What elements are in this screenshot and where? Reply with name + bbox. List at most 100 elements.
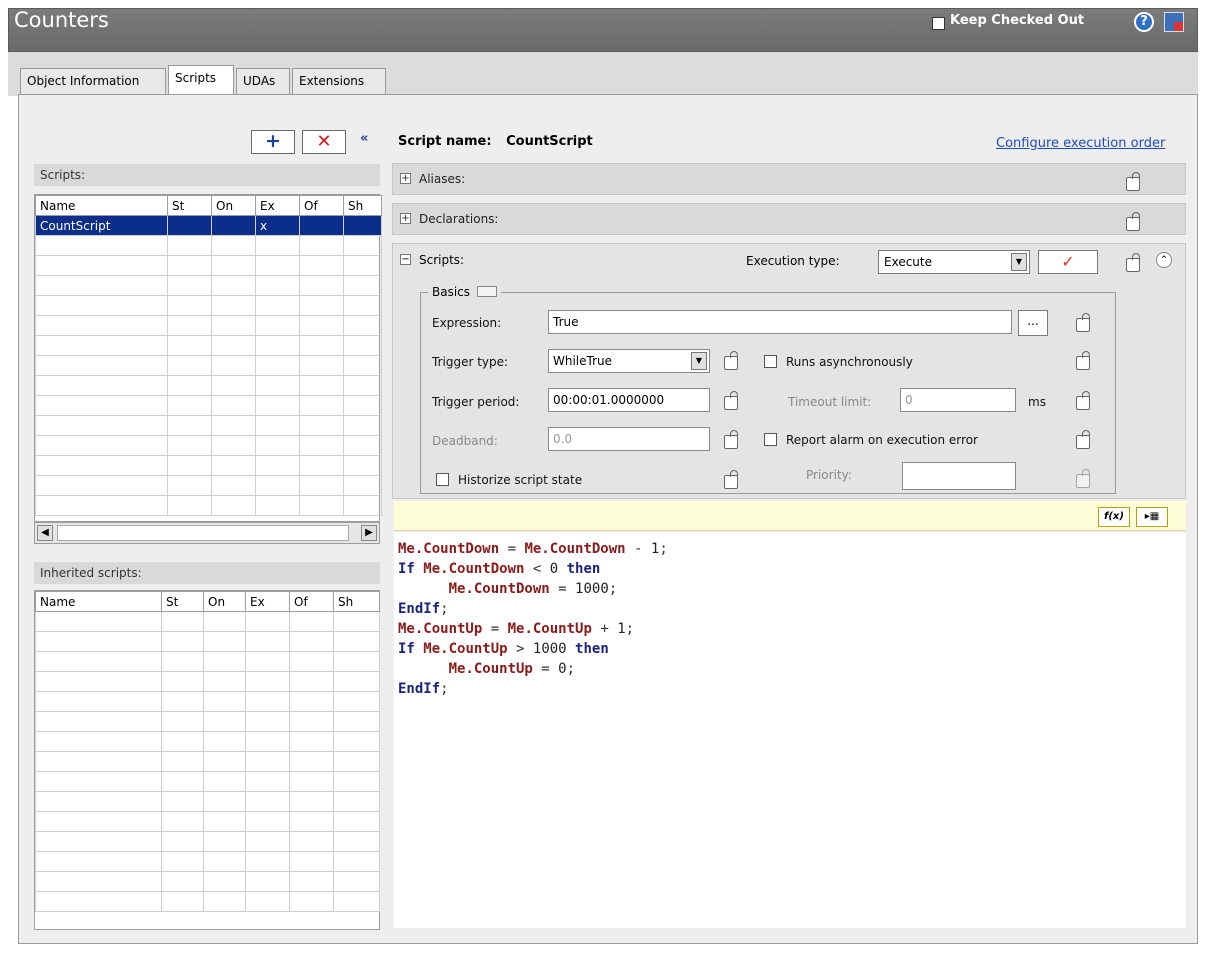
script-name-label: Script name:: [398, 134, 492, 149]
lock-icon[interactable]: [1076, 430, 1090, 449]
scripts-grid[interactable]: Name St On Ex Of Sh CountScript x: [34, 194, 382, 522]
attribute-browser-button[interactable]: ▸▦: [1136, 507, 1168, 527]
collapse-panel-icon[interactable]: «: [360, 131, 384, 151]
column-header[interactable]: Ex: [245, 591, 290, 612]
tab-extensions[interactable]: Extensions: [292, 68, 386, 94]
code-line: Me.CountDown = Me.CountDown - 1;: [398, 539, 668, 559]
empty-row: [35, 395, 382, 416]
table-cell: [161, 651, 204, 672]
report-alarm-label: Report alarm on execution error: [786, 433, 978, 447]
chevron-down-icon[interactable]: ▼: [1011, 253, 1027, 271]
historize-checkbox[interactable]: [436, 473, 449, 486]
table-cell: [161, 611, 204, 632]
column-header[interactable]: On: [203, 591, 246, 612]
trigger-type-select[interactable]: WhileTrue ▼: [548, 349, 710, 373]
column-header[interactable]: St: [161, 591, 204, 612]
code-token: If: [398, 561, 424, 577]
table-cell: [35, 315, 168, 336]
code-token: ;: [625, 621, 635, 637]
collapse-up-icon[interactable]: ⌃: [1156, 252, 1172, 268]
table-cell: [203, 811, 246, 832]
collapse-icon[interactable]: −: [400, 254, 411, 265]
lock-icon[interactable]: [1126, 172, 1140, 191]
lock-icon[interactable]: [1076, 313, 1090, 332]
help-icon[interactable]: ?: [1134, 12, 1154, 32]
inherited-scripts-grid[interactable]: Name St On Ex Of Sh: [34, 590, 380, 930]
scroll-right-icon[interactable]: ▶: [361, 525, 377, 541]
aliases-section[interactable]: + Aliases:: [392, 163, 1186, 195]
table-cell: [167, 495, 212, 516]
column-header[interactable]: St: [167, 195, 212, 216]
tab-scripts[interactable]: Scripts: [168, 65, 234, 94]
lock-icon[interactable]: [724, 351, 738, 370]
delete-script-button[interactable]: ✕: [302, 130, 346, 154]
table-cell: [333, 871, 380, 892]
column-header[interactable]: Name: [35, 195, 168, 216]
table-cell: [35, 651, 162, 672]
empty-row: [35, 751, 380, 772]
table-cell: [343, 455, 382, 476]
keep-checked-out-checkbox[interactable]: [932, 17, 945, 30]
column-header[interactable]: Of: [289, 591, 334, 612]
code-token: Me.CountUp: [398, 621, 483, 637]
lock-icon[interactable]: [724, 430, 738, 449]
table-cell: [35, 611, 162, 632]
report-alarm-checkbox[interactable]: [764, 433, 777, 446]
column-header[interactable]: On: [211, 195, 256, 216]
lock-icon[interactable]: [1126, 253, 1140, 272]
trigger-period-input[interactable]: 00:00:01.0000000: [548, 388, 710, 412]
scroll-left-icon[interactable]: ◀: [37, 525, 53, 541]
code-token: 1: [617, 621, 626, 637]
basics-lock-icon[interactable]: [476, 286, 497, 297]
tab-object-information[interactable]: Object Information: [20, 68, 166, 94]
table-cell: [245, 731, 290, 752]
table-cell: [299, 415, 344, 436]
expression-input[interactable]: True: [548, 310, 1012, 334]
declarations-section[interactable]: + Declarations:: [392, 203, 1186, 235]
expand-icon[interactable]: +: [400, 173, 411, 184]
deadband-input[interactable]: 0.0: [548, 427, 710, 451]
scroll-thumb[interactable]: [57, 525, 349, 541]
chevron-down-icon[interactable]: ▼: [691, 352, 707, 370]
column-header[interactable]: Of: [299, 195, 344, 216]
expression-browse-button[interactable]: ...: [1018, 310, 1048, 336]
execution-type-label: Execution type:: [746, 254, 840, 268]
column-header[interactable]: Sh: [343, 195, 382, 216]
code-token: ;: [440, 681, 449, 697]
lock-icon[interactable]: [1076, 391, 1090, 410]
table-cell: [255, 415, 300, 436]
function-browser-button[interactable]: f(x): [1098, 507, 1130, 527]
table-cell: [289, 811, 334, 832]
validate-script-button[interactable]: ✓: [1038, 250, 1098, 274]
inherited-scripts-label: Inherited scripts:: [34, 562, 380, 584]
column-header[interactable]: Ex: [255, 195, 300, 216]
code-token: +: [591, 621, 618, 637]
configure-execution-order-link[interactable]: Configure execution order: [996, 136, 1165, 151]
lock-icon[interactable]: [724, 391, 738, 410]
lock-icon[interactable]: [1126, 212, 1140, 231]
code-token: >: [507, 641, 533, 657]
table-cell: [167, 255, 212, 276]
add-script-button[interactable]: +: [251, 130, 295, 154]
horizontal-scrollbar[interactable]: ◀ ▶: [34, 522, 380, 544]
expand-icon[interactable]: +: [400, 213, 411, 224]
table-cell: [343, 275, 382, 296]
save-close-icon[interactable]: [1164, 12, 1184, 32]
table-cell: [245, 671, 290, 692]
execution-type-select[interactable]: Execute ▼: [878, 250, 1030, 274]
timeout-limit-input[interactable]: 0: [900, 388, 1016, 412]
tab-udas[interactable]: UDAs: [236, 68, 290, 94]
runs-async-checkbox[interactable]: [764, 355, 777, 368]
lock-icon[interactable]: [1076, 351, 1090, 370]
priority-input[interactable]: [902, 462, 1016, 490]
empty-row: [35, 731, 380, 752]
column-header[interactable]: Name: [35, 591, 162, 612]
table-cell: [35, 851, 162, 872]
lock-icon[interactable]: [724, 470, 738, 489]
table-cell: [35, 831, 162, 852]
script-code[interactable]: Me.CountDown = Me.CountDown - 1; If Me.Co…: [398, 539, 668, 699]
column-header[interactable]: Sh: [333, 591, 380, 612]
table-cell: [343, 475, 382, 496]
table-row[interactable]: CountScript x: [35, 215, 382, 236]
